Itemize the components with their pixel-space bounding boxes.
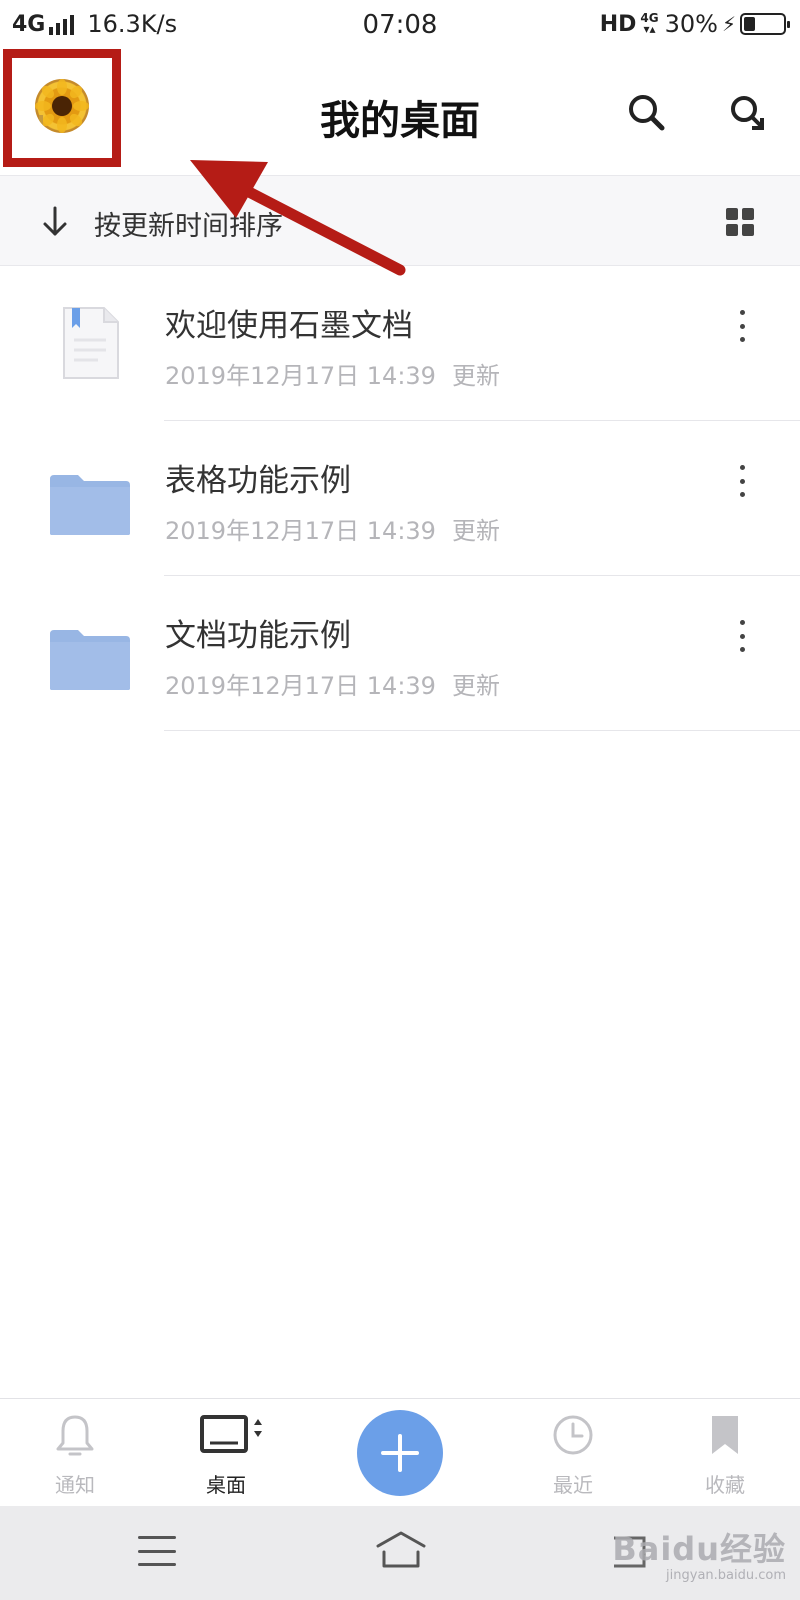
file-date: 2019年12月17日 14:39 [165,672,436,700]
file-meta: 2019年12月17日 14:39 更新 [165,356,500,391]
folder-icon [50,630,130,690]
status-bar: 4G 16.3K/s 07:08 HD 4G ▾▴ 30% ⚡ [0,0,800,52]
charging-icon: ⚡ [721,12,736,36]
more-options-icon[interactable] [728,616,756,656]
menu-icon[interactable] [138,1536,176,1566]
file-row[interactable]: 文档功能示例 2019年12月17日 14:39 更新 [0,576,800,731]
row-divider [164,730,800,731]
nav-label: 收藏 [705,1473,745,1497]
search-scan-icon[interactable] [722,90,768,136]
sort-label[interactable]: 按更新时间排序 [94,204,283,243]
file-meta: 2019年12月17日 14:39 更新 [165,666,500,701]
bottom-nav: 通知 桌面 最近 收藏 [0,1398,800,1506]
folder-icon [50,475,130,535]
file-name: 欢迎使用石墨文档 [165,308,413,344]
home-icon[interactable] [374,1530,428,1570]
file-updated-label: 更新 [451,362,500,390]
watermark-main: Baidu经验 [612,1530,786,1568]
status-right: HD 4G ▾▴ 30% ⚡ [599,10,790,38]
document-icon [63,307,119,379]
file-meta: 2019年12月17日 14:39 更新 [165,511,500,546]
app-header: 我的桌面 [0,49,800,176]
page-title: 我的桌面 [320,98,480,144]
nav-label: 最近 [553,1473,593,1497]
desktop-icon [200,1415,262,1453]
nav-item-favorites[interactable]: 收藏 [665,1399,785,1507]
battery-fill [744,17,755,31]
system-nav-bar: Baidu经验 jingyan.baidu.com [0,1506,800,1600]
nav-label: 桌面 [206,1473,246,1497]
more-options-icon[interactable] [728,461,756,501]
file-date: 2019年12月17日 14:39 [165,362,436,390]
file-row[interactable]: 欢迎使用石墨文档 2019年12月17日 14:39 更新 [0,266,800,421]
nav-item-desktop[interactable]: 桌面 [166,1399,286,1507]
battery-percent: 30% [664,10,718,38]
file-updated-label: 更新 [451,517,500,545]
search-icon[interactable] [624,90,670,136]
bookmark-icon [712,1416,738,1454]
screen: 4G 16.3K/s 07:08 HD 4G ▾▴ 30% ⚡ 我的桌面 按更新… [0,0,800,1600]
plus-icon[interactable] [357,1410,443,1496]
nav-item-recent[interactable]: 最近 [513,1399,633,1507]
file-updated-label: 更新 [451,672,500,700]
watermark: Baidu经验 jingyan.baidu.com [612,1524,786,1583]
battery-icon [740,13,790,35]
bell-icon [56,1415,94,1456]
grid-view-icon[interactable] [726,208,754,236]
file-date: 2019年12月17日 14:39 [165,517,436,545]
nav-label: 通知 [55,1473,95,1497]
file-row[interactable]: 表格功能示例 2019年12月17日 14:39 更新 [0,421,800,576]
network-type-secondary: 4G ▾▴ [640,11,659,36]
more-options-icon[interactable] [728,306,756,346]
file-name: 表格功能示例 [165,463,351,499]
clock-icon [553,1415,593,1455]
hd-indicator: HD [599,11,637,37]
arrow-down-icon [43,206,67,236]
sort-bar[interactable]: 按更新时间排序 [0,176,800,266]
nav-item-notifications[interactable]: 通知 [15,1399,135,1507]
file-name: 文档功能示例 [165,618,351,654]
file-list: 欢迎使用石墨文档 2019年12月17日 14:39 更新 表格功能示例 2019… [0,266,800,731]
network-type-secondary-label: 4G [640,11,659,25]
watermark-sub: jingyan.baidu.com [666,1568,786,1583]
